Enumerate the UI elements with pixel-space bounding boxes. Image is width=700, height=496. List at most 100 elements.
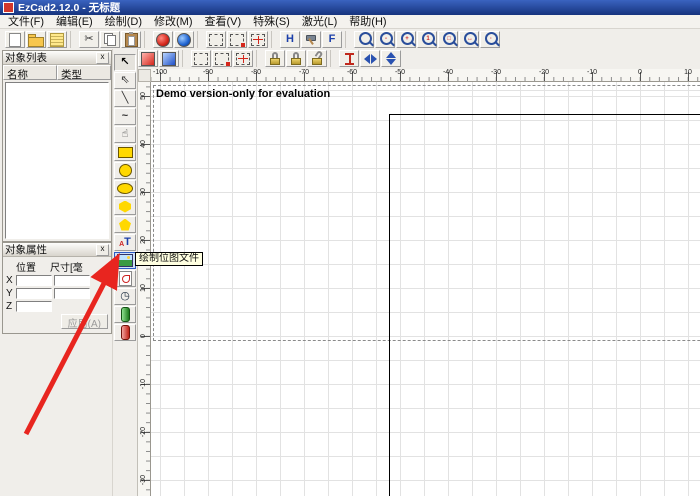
zoom-object-icon: □ — [443, 32, 456, 45]
mark-parameter-button[interactable] — [301, 31, 321, 48]
zoom-1-1-icon: 1 — [422, 32, 435, 45]
zoom-window-icon — [359, 32, 372, 45]
icon-part: □ — [445, 34, 454, 43]
menu-item-view[interactable]: 查看(V) — [199, 15, 248, 29]
zoom-1-1-button[interactable]: 1 — [417, 31, 437, 48]
object-properties-close-button[interactable]: x — [96, 244, 109, 256]
ellipse-tool[interactable] — [114, 180, 136, 197]
vector-file-tool[interactable] — [114, 270, 136, 287]
unlock-icon — [312, 52, 322, 65]
column-header-type[interactable]: 类型 — [57, 65, 111, 80]
menu-item-special[interactable]: 特殊(S) — [247, 15, 296, 29]
menu-item-modify[interactable]: 修改(M) — [148, 15, 199, 29]
icon-part: ↔ — [466, 34, 475, 43]
point-tool[interactable]: ☝ — [114, 126, 136, 143]
param-library-button[interactable] — [138, 50, 158, 67]
horizontal-ruler: -100-90-80-70-60-50-40-30-20-10010 — [151, 69, 700, 82]
apply-button[interactable]: 应用(A) — [61, 314, 108, 329]
zoom-in-button[interactable]: + — [396, 31, 416, 48]
v-ruler-label: 30 — [140, 186, 147, 199]
x-axis-label: X — [6, 275, 14, 286]
text-icon: AT — [119, 237, 131, 248]
open-file-button[interactable] — [26, 31, 46, 48]
ezcad-window: EzCad2.12.0 - 无标题 文件(F)编辑(E)绘制(D)修改(M)查看… — [0, 0, 700, 496]
position-y-input[interactable] — [16, 288, 52, 299]
text-tool[interactable]: AT — [114, 234, 136, 251]
zoom-pan-button[interactable]: · — [480, 31, 500, 48]
unlock-button[interactable] — [307, 50, 327, 67]
menu-item-laser[interactable]: 激光(L) — [296, 15, 343, 29]
input-port-tool[interactable] — [114, 306, 136, 323]
icon-part — [291, 58, 301, 65]
apply-row: 应用(A) — [6, 314, 108, 329]
mirror-horizontal-button[interactable] — [360, 50, 380, 67]
size-x-input[interactable] — [54, 275, 90, 286]
lock-x-button[interactable] — [286, 50, 306, 67]
h-ruler-label: -80 — [251, 69, 261, 76]
zoom-out-button[interactable]: - — [375, 31, 395, 48]
star-icon — [119, 219, 131, 231]
h-ruler-label: -70 — [299, 69, 309, 76]
select-node-button[interactable] — [227, 31, 247, 48]
node-edit-tool[interactable]: ⇖ — [114, 72, 136, 89]
red-light-preview-button[interactable] — [153, 31, 173, 48]
circle-tool[interactable] — [114, 162, 136, 179]
hatch-button[interactable]: H — [280, 31, 300, 48]
zoom-window-button[interactable] — [354, 31, 374, 48]
menu-item-file[interactable]: 文件(F) — [2, 15, 50, 29]
red-light-preview-icon — [156, 33, 170, 47]
save-file-button[interactable] — [47, 31, 67, 48]
array-copy-button[interactable] — [191, 50, 211, 67]
object-list-area[interactable] — [5, 82, 109, 239]
menu-item-edit[interactable]: 编辑(E) — [50, 15, 99, 29]
menu-item-help[interactable]: 帮助(H) — [343, 15, 392, 29]
select-tool[interactable]: ↖ — [114, 54, 136, 71]
align-button[interactable] — [233, 50, 253, 67]
toolbar-separator — [330, 50, 336, 67]
title-bar[interactable]: EzCad2.12.0 - 无标题 — [0, 0, 700, 15]
star-tool[interactable] — [114, 216, 136, 233]
output-port-tool[interactable] — [114, 324, 136, 341]
mirror-horizontal-icon — [364, 54, 377, 64]
polygon-tool[interactable] — [114, 198, 136, 215]
curve-tool[interactable]: ~ — [114, 108, 136, 125]
cut-button[interactable]: ✂ — [79, 31, 99, 48]
object-list-title-label: 对象列表 — [5, 50, 47, 65]
h-ruler-label: -90 — [203, 69, 213, 76]
drawing-canvas[interactable]: Demo version-only for evaluation — [151, 82, 700, 496]
line-tool[interactable]: ╲ — [114, 90, 136, 107]
object-list-panel-title: 对象列表 x — [3, 51, 111, 65]
mirror-vertical-button[interactable] — [381, 50, 401, 67]
select-area-button[interactable] — [248, 31, 268, 48]
v-ruler-label: 20 — [140, 234, 147, 247]
select-marquee-button[interactable] — [206, 31, 226, 48]
param-apply-button[interactable] — [159, 50, 179, 67]
bitmap-tool[interactable] — [114, 252, 136, 269]
object-list-close-button[interactable]: x — [96, 52, 109, 64]
mark-button[interactable] — [174, 31, 194, 48]
position-z-input[interactable] — [16, 301, 52, 312]
rectangle-tool[interactable] — [114, 144, 136, 161]
tooltip: 绘制位图文件 — [135, 252, 203, 266]
open-file-icon — [28, 37, 44, 47]
copy-button[interactable] — [100, 31, 120, 48]
zoom-all-button[interactable]: ↔ — [459, 31, 479, 48]
put-to-origin-button[interactable] — [212, 50, 232, 67]
v-ruler-label: -10 — [140, 378, 147, 391]
new-file-button[interactable] — [5, 31, 25, 48]
curve-icon: ~ — [122, 111, 128, 122]
column-header-name[interactable]: 名称 — [3, 65, 57, 80]
icon-part — [371, 54, 377, 64]
paste-button[interactable] — [121, 31, 141, 48]
zoom-object-button[interactable]: □ — [438, 31, 458, 48]
lock-button[interactable] — [265, 50, 285, 67]
center-to-origin-button[interactable] — [339, 50, 359, 67]
menu-item-draw[interactable]: 绘制(D) — [99, 15, 148, 29]
size-y-input[interactable] — [54, 288, 90, 299]
toolbar-separator — [182, 50, 188, 67]
position-x-input[interactable] — [16, 275, 52, 286]
icon-part: T — [124, 237, 131, 248]
v-ruler-label: 10 — [140, 282, 147, 295]
font-parameter-button[interactable]: F — [322, 31, 342, 48]
delay-tool[interactable]: ◷ — [114, 288, 136, 305]
